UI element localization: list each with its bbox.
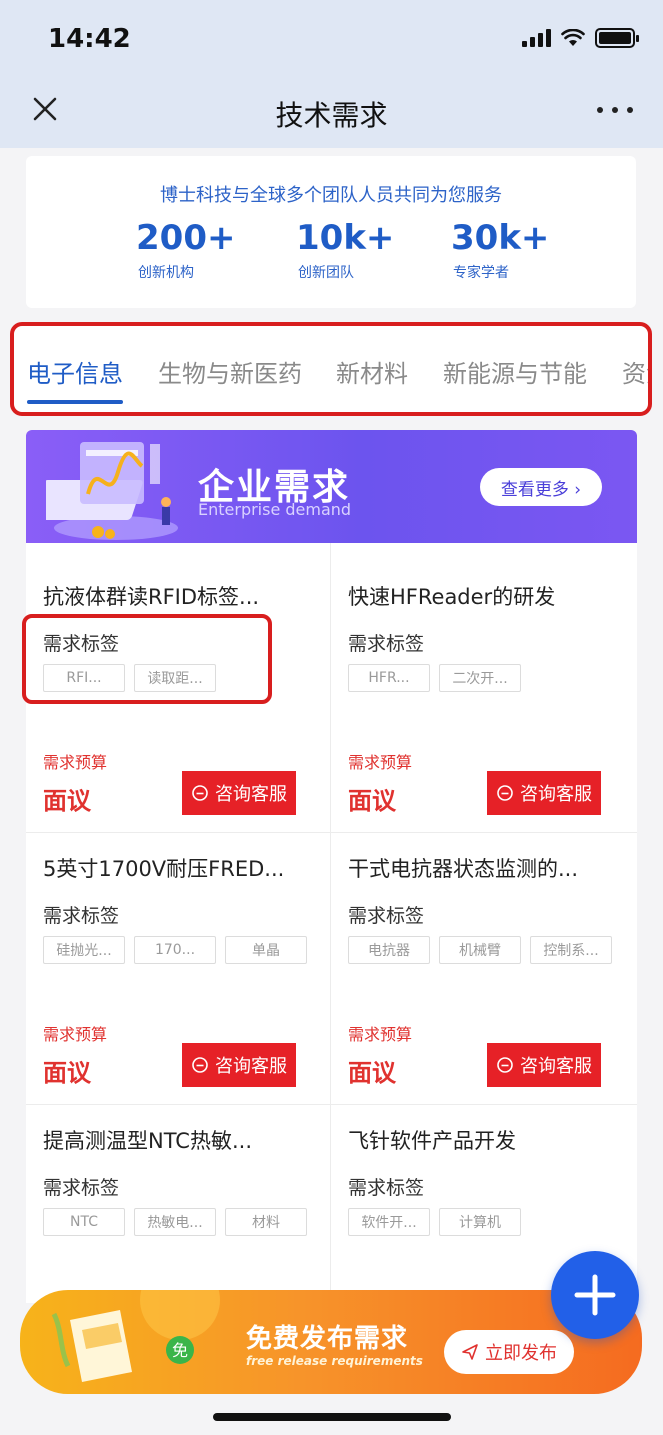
stat-value: 30k+: [451, 218, 550, 258]
stat-institutions: 200+ 创新机构: [136, 218, 296, 282]
tag: 硅抛光...: [43, 936, 125, 964]
tag-label: 需求标签: [43, 1177, 120, 1199]
budget-value: 面议: [348, 1059, 396, 1087]
status-icons: [522, 28, 639, 48]
budget-value: 面议: [348, 787, 396, 815]
enterprise-demand-banner[interactable]: 企业需求 Enterprise demand 查看更多 ›: [26, 430, 637, 543]
tag: 软件开...: [348, 1208, 430, 1236]
demand-card[interactable]: 5英寸1700V耐压FRED... 需求标签 硅抛光... 170... 单晶 …: [26, 815, 331, 1087]
tag-list: 软件开... 计算机: [348, 1208, 521, 1236]
card-title[interactable]: 提高测温型NTC热敏...: [43, 1125, 252, 1155]
free-release-banner[interactable]: 免 免费发布需求 free release requirements 立即发布: [20, 1290, 642, 1394]
budget-label: 需求预算: [43, 753, 108, 772]
release-illustration: 免: [51, 1290, 220, 1382]
consult-button[interactable]: 咨询客服: [182, 1043, 296, 1087]
battery-icon: [595, 28, 639, 48]
consult-button[interactable]: 咨询客服: [487, 771, 601, 815]
stat-value: 200+: [136, 218, 236, 258]
tag-label: 需求标签: [348, 905, 425, 927]
consult-label: 咨询客服: [520, 1056, 592, 1077]
chat-icon: [192, 1057, 208, 1073]
consult-button[interactable]: 咨询客服: [182, 771, 296, 815]
chat-icon: [497, 785, 513, 801]
card-title[interactable]: 干式电抗器状态监测的...: [348, 853, 578, 883]
home-indicator: [213, 1413, 451, 1421]
banner-subtitle: Enterprise demand: [198, 500, 352, 519]
plus-icon: [574, 1274, 616, 1316]
tag: 170...: [134, 936, 216, 964]
top-bar: 14:42 技术需求: [0, 0, 663, 148]
stat-label: 创新机构: [138, 265, 194, 281]
tag: NTC: [43, 1208, 125, 1236]
card-title[interactable]: 5英寸1700V耐压FRED...: [43, 853, 284, 883]
stat-value: 10k+: [296, 218, 395, 258]
signal-icon: [522, 29, 551, 47]
tab-resources[interactable]: 资源: [622, 354, 648, 389]
stat-label: 专家学者: [453, 265, 509, 281]
budget-value: 面议: [43, 787, 91, 815]
wifi-icon: [561, 29, 585, 46]
consult-label: 咨询客服: [215, 784, 287, 805]
tag-label: 需求标签: [43, 905, 120, 927]
data-chart-illustration: [46, 442, 178, 540]
tab-electronic-info[interactable]: 电子信息: [27, 354, 123, 389]
stats-subtitle: 博士科技与全球多个团队人员共同为您服务: [160, 185, 502, 206]
release-title: 免费发布需求: [246, 1324, 409, 1354]
tag: 电抗器: [348, 936, 430, 964]
budget-label: 需求预算: [43, 1025, 108, 1044]
tag-list: NTC 热敏电... 材料: [43, 1208, 307, 1236]
card-title[interactable]: 飞针软件产品开发: [348, 1125, 516, 1155]
tag: 计算机: [439, 1208, 521, 1236]
consult-label: 咨询客服: [520, 784, 592, 805]
stats-card: 博士科技与全球多个团队人员共同为您服务 200+ 创新机构 10k+ 创新团队 …: [26, 156, 636, 308]
consult-label: 咨询客服: [215, 1056, 287, 1077]
tag: 二次开...: [439, 664, 521, 692]
active-tab-indicator: [27, 400, 123, 404]
tag-label: 需求标签: [348, 1177, 425, 1199]
card-title[interactable]: 快速HFReader的研发: [348, 581, 555, 611]
tab-new-materials[interactable]: 新材料: [336, 354, 408, 389]
tag: 材料: [225, 1208, 307, 1236]
chat-icon: [497, 1057, 513, 1073]
budget-label: 需求预算: [348, 753, 413, 772]
budget-label: 需求预算: [348, 1025, 413, 1044]
tag-list: 电抗器 机械臂 控制系...: [348, 936, 612, 964]
chat-icon: [192, 785, 208, 801]
budget-value: 面议: [43, 1059, 91, 1087]
view-more-button[interactable]: 查看更多 ›: [480, 468, 602, 506]
demand-card[interactable]: 快速HFReader的研发 需求标签 HFR... 二次开... 需求预算 面议…: [331, 543, 636, 815]
page-title: 技术需求: [275, 99, 388, 132]
stat-experts: 30k+ 专家学者: [451, 218, 611, 282]
demand-card[interactable]: 干式电抗器状态监测的... 需求标签 电抗器 机械臂 控制系... 需求预算 面…: [331, 815, 636, 1087]
tab-biomedicine[interactable]: 生物与新医药: [158, 354, 302, 389]
tag-label: 需求标签: [348, 633, 425, 655]
release-subtitle: free release requirements: [246, 1354, 423, 1368]
tag: 单晶: [225, 936, 307, 964]
add-demand-button[interactable]: [551, 1251, 639, 1339]
release-button-label: 立即发布: [485, 1343, 557, 1364]
tag: 热敏电...: [134, 1208, 216, 1236]
status-time: 14:42: [48, 24, 131, 54]
consult-button[interactable]: 咨询客服: [487, 1043, 601, 1087]
tag-list: 硅抛光... 170... 单晶: [43, 936, 307, 964]
highlight-annotation: [22, 614, 272, 704]
release-badge: 免: [172, 1341, 188, 1360]
send-icon: [462, 1344, 478, 1360]
tag-list: HFR... 二次开...: [348, 664, 521, 692]
tag: 机械臂: [439, 936, 521, 964]
tag: 控制系...: [530, 936, 612, 964]
tag: HFR...: [348, 664, 430, 692]
stat-teams: 10k+ 创新团队: [296, 218, 456, 282]
card-title[interactable]: 抗液体群读RFID标签...: [43, 581, 259, 611]
more-options-icon[interactable]: [597, 98, 633, 122]
stat-label: 创新团队: [298, 265, 354, 281]
tab-new-energy[interactable]: 新能源与节能: [443, 354, 587, 389]
category-tabs: 电子信息 生物与新医药 新材料 新能源与节能 资源: [10, 322, 652, 416]
